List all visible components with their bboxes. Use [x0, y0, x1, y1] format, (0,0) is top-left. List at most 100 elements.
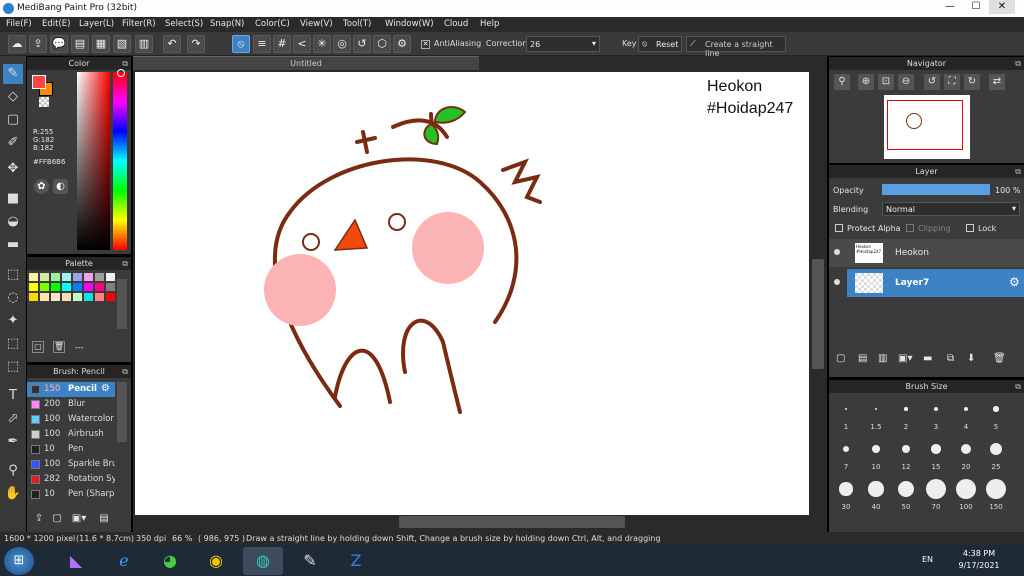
new-layer-icon[interactable]: ▢: [836, 353, 850, 367]
add-brush-icon[interactable]: ⇪: [32, 513, 46, 527]
pin-icon[interactable]: ⧉: [122, 257, 128, 270]
menu-snap[interactable]: Snap(N): [210, 19, 244, 29]
lasso-tool-icon[interactable]: ◌: [3, 288, 23, 308]
brush-size-option[interactable]: 30: [833, 477, 859, 515]
menu-tool[interactable]: Tool(T): [343, 19, 371, 29]
menu-view[interactable]: View(V): [300, 19, 333, 29]
new-8bit-layer-icon[interactable]: ▥: [878, 353, 892, 367]
brush-size-option[interactable]: 3: [923, 397, 949, 435]
pin-icon[interactable]: ⧉: [1015, 165, 1021, 178]
brush-size-option[interactable]: 10: [863, 437, 889, 475]
drawing-canvas[interactable]: Heokon #Hoidap247: [135, 72, 809, 515]
palette-swatch[interactable]: [62, 293, 71, 301]
navigator-preview[interactable]: [884, 95, 970, 159]
start-button[interactable]: ⊞: [4, 547, 34, 575]
undo-icon[interactable]: ↶: [163, 35, 181, 53]
pin-icon[interactable]: ⧉: [122, 57, 128, 70]
export-icon[interactable]: ▧: [113, 35, 131, 53]
duplicate-layer-icon[interactable]: ⧉: [947, 353, 961, 367]
brush-row[interactable]: 10 Pen: [27, 442, 115, 457]
rotate-right-icon[interactable]: ↻: [964, 74, 980, 90]
chrome-icon[interactable]: ◉: [196, 547, 236, 575]
new-halftone-layer-icon[interactable]: ▤: [858, 353, 872, 367]
pin-icon[interactable]: ⧉: [122, 365, 128, 378]
palette-swatch[interactable]: [40, 283, 49, 291]
brush-menu-icon[interactable]: ▣▾: [68, 513, 90, 527]
palette-swatch[interactable]: [106, 273, 115, 281]
redo-icon[interactable]: ↷: [187, 35, 205, 53]
brush-size-option[interactable]: 50: [893, 477, 919, 515]
close-button[interactable]: ✕: [989, 0, 1015, 14]
brush-row[interactable]: 282 Rotation Sy: [27, 472, 115, 487]
lock-checkbox[interactable]: [966, 224, 974, 232]
palette-swatch[interactable]: [51, 293, 60, 301]
brush-row[interactable]: 100 Airbrush: [27, 427, 115, 442]
palette-swatch[interactable]: [73, 273, 82, 281]
radial-snap-icon[interactable]: ✳: [313, 35, 331, 53]
hue-handle[interactable]: [117, 69, 125, 77]
comment-icon[interactable]: 💬: [50, 35, 68, 53]
gradient-tool-icon[interactable]: ▬: [3, 235, 23, 255]
palette-swatch[interactable]: [73, 293, 82, 301]
palette-swatch[interactable]: [40, 293, 49, 301]
color-sliders-icon[interactable]: ◐: [53, 179, 68, 194]
save-icon[interactable]: ▦: [92, 35, 110, 53]
palette-swatch[interactable]: [106, 293, 115, 301]
brush-size-option[interactable]: 1.5: [863, 397, 889, 435]
rotate-left-icon[interactable]: ↺: [924, 74, 940, 90]
palette-swatch[interactable]: [40, 273, 49, 281]
opacity-slider[interactable]: [882, 184, 990, 195]
medibang-taskbar-icon[interactable]: ◍: [243, 547, 283, 575]
brush-size-option[interactable]: 5: [983, 397, 1009, 435]
visibility-icon[interactable]: [834, 279, 840, 285]
palette-swatch[interactable]: [95, 273, 104, 281]
page-icon[interactable]: ▤: [71, 35, 89, 53]
antialiasing-checkbox[interactable]: ✕: [421, 40, 430, 49]
text-tool-icon[interactable]: T: [3, 386, 23, 406]
palette-swatch[interactable]: [62, 273, 71, 281]
saturation-value-picker[interactable]: [77, 72, 110, 250]
new-palette-icon[interactable]: ▢: [32, 341, 44, 353]
add-layer-menu-icon[interactable]: ▣▾: [898, 353, 918, 367]
vanish-snap-icon[interactable]: <: [293, 35, 311, 53]
select-pen-icon[interactable]: ⬚: [3, 334, 23, 354]
zoom-icon[interactable]: ⚲: [834, 74, 850, 90]
menu-color[interactable]: Color(C): [255, 19, 290, 29]
brush-size-option[interactable]: 15: [923, 437, 949, 475]
brush-scrollbar[interactable]: [117, 382, 127, 442]
menu-help[interactable]: Help: [480, 19, 499, 29]
palette-swatch[interactable]: [29, 283, 38, 291]
navigator-viewport[interactable]: [887, 100, 963, 150]
brush-size-option[interactable]: 25: [983, 437, 1009, 475]
clipping-checkbox[interactable]: [906, 224, 914, 232]
clock[interactable]: 4:38 PM 9/17/2021: [944, 548, 1014, 572]
rectangle-tool-icon[interactable]: ▢: [3, 110, 23, 130]
cloud-icon[interactable]: ☁: [8, 35, 26, 53]
brush-row[interactable]: 100 Watercolor: [27, 412, 115, 427]
hue-slider[interactable]: [113, 72, 127, 250]
palette-swatch[interactable]: [51, 283, 60, 291]
protect-alpha-checkbox[interactable]: [835, 224, 843, 232]
horizontal-scrollbar[interactable]: [399, 516, 625, 528]
palette-swatch[interactable]: [84, 283, 93, 291]
brush-size-option[interactable]: 100: [953, 477, 979, 515]
dropper-tool-icon[interactable]: ⚲: [3, 461, 23, 481]
foreground-color-swatch[interactable]: [32, 75, 46, 89]
brush-size-option[interactable]: 40: [863, 477, 889, 515]
snap-off-icon[interactable]: ⦸: [232, 35, 250, 53]
menu-filter[interactable]: Filter(R): [122, 19, 156, 29]
brush-size-option[interactable]: 12: [893, 437, 919, 475]
language-indicator[interactable]: EN: [922, 555, 933, 564]
curve-snap-icon[interactable]: ↺: [353, 35, 371, 53]
palette-swatch[interactable]: [84, 293, 93, 301]
eraser-tool-icon[interactable]: ◇: [3, 87, 23, 107]
trash-icon[interactable]: 🗑: [993, 353, 1007, 367]
palette-swatch[interactable]: [29, 273, 38, 281]
visibility-icon[interactable]: [834, 249, 840, 255]
straight-line-button[interactable]: ⟋ Create a straight line: [686, 36, 786, 58]
paint-icon[interactable]: ✎: [290, 547, 330, 575]
settings-snap-icon[interactable]: ⚙: [393, 35, 411, 53]
brush-size-option[interactable]: 150: [983, 477, 1009, 515]
palette-swatch[interactable]: [95, 293, 104, 301]
brush-tool-icon[interactable]: ✎: [3, 64, 23, 84]
